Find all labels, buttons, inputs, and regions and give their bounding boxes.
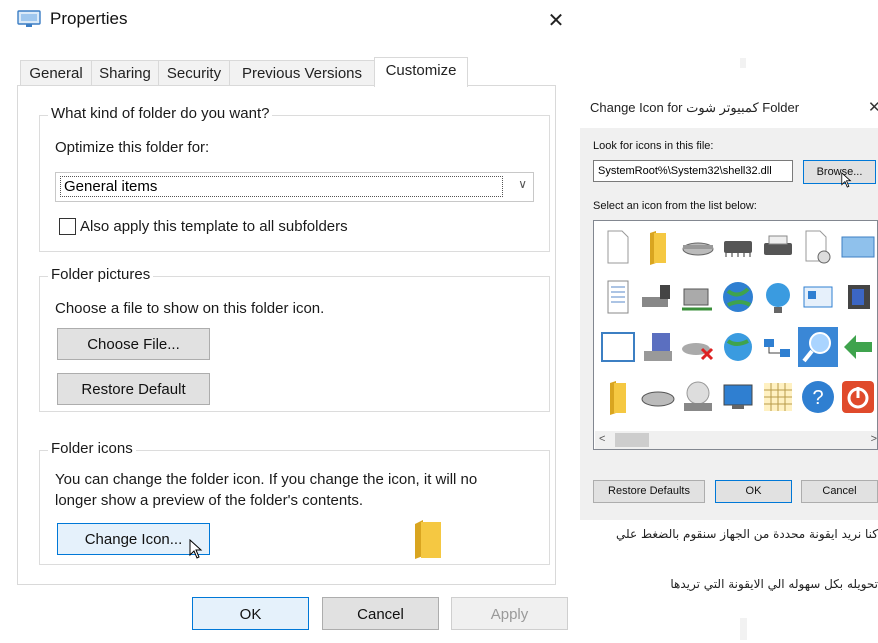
apply-subfolders-checkbox[interactable] xyxy=(59,218,76,235)
ok-button[interactable]: OK xyxy=(192,597,309,630)
change-icon-button[interactable]: Change Icon... xyxy=(57,523,210,555)
control-panel-icon[interactable] xyxy=(798,277,838,317)
chevron-down-icon: ∨ xyxy=(518,177,527,191)
monitor-icon[interactable] xyxy=(718,377,758,417)
button-label: OK xyxy=(239,606,262,623)
disconnected-drive-icon[interactable] xyxy=(678,327,718,367)
caption-line-1: كنا نريد ايقونة محددة من الجهاز سنقوم با… xyxy=(616,527,878,541)
folder-type-group: What kind of folder do you want? Optimiz… xyxy=(39,105,550,252)
optimize-select[interactable]: General items ∨ xyxy=(55,172,534,202)
network-drive-icon[interactable] xyxy=(638,277,678,317)
blank-window-icon[interactable] xyxy=(598,327,638,367)
dialog-title: Change Icon for كمبيوتر شوت Folder xyxy=(590,100,800,115)
tab-label: Security xyxy=(166,65,222,82)
button-label: Cancel xyxy=(357,606,404,623)
close-icon[interactable]: ✕ xyxy=(546,8,566,32)
icon-list[interactable]: ? < > xyxy=(593,220,878,450)
help-icon[interactable]: ? xyxy=(798,377,838,417)
tab-label: General xyxy=(29,65,83,82)
folder-pictures-description: Choose a file to show on this folder ico… xyxy=(55,300,325,317)
shield-icon[interactable] xyxy=(838,277,877,317)
button-label: Restore Default xyxy=(81,381,186,398)
grid-icon[interactable] xyxy=(758,377,798,417)
tab-sharing[interactable]: Sharing xyxy=(91,60,159,86)
network-computer-icon[interactable] xyxy=(678,277,718,317)
network-globe-icon[interactable] xyxy=(758,277,798,317)
restore-defaults-button[interactable]: Restore Defaults xyxy=(593,480,705,503)
folder-icons-description-2: longer show a preview of the folder's co… xyxy=(55,492,364,509)
svg-text:?: ? xyxy=(812,387,823,409)
cancel-button[interactable]: Cancel xyxy=(322,597,439,630)
group-legend: Folder icons xyxy=(48,440,136,457)
blank-document-icon[interactable] xyxy=(598,227,638,267)
button-label: Change Icon... xyxy=(84,531,183,548)
tab-label: Customize xyxy=(385,62,457,79)
ok-button[interactable]: OK xyxy=(715,480,792,503)
tab-label: Previous Versions xyxy=(241,65,363,82)
window-icon[interactable] xyxy=(838,227,877,267)
tab-general[interactable]: General xyxy=(20,60,92,86)
customize-panel: What kind of folder do you want? Optimiz… xyxy=(17,85,556,585)
scrollbar-thumb[interactable] xyxy=(615,433,649,447)
button-label: Choose File... xyxy=(87,336,180,353)
text-document-icon[interactable] xyxy=(598,277,638,317)
folder-icons-description-1: You can change the folder icon. If you c… xyxy=(55,471,478,488)
floppy-computer-icon[interactable] xyxy=(638,327,678,367)
chip-icon[interactable] xyxy=(718,227,758,267)
cancel-button[interactable]: Cancel xyxy=(801,480,878,503)
printer-icon[interactable] xyxy=(758,227,798,267)
network-share-icon[interactable] xyxy=(758,327,798,367)
optimize-label: Optimize this folder for: xyxy=(55,139,210,156)
button-label: OK xyxy=(745,485,762,497)
folder-icon xyxy=(415,520,441,559)
button-label: Cancel xyxy=(822,485,857,497)
change-icon-dialog: Change Icon for كمبيوتر شوت Folder ✕ Loo… xyxy=(580,90,878,520)
tab-customize[interactable]: Customize xyxy=(374,57,468,87)
mouse-cursor-icon xyxy=(189,539,203,559)
restore-default-button[interactable]: Restore Default xyxy=(57,373,210,405)
power-icon[interactable] xyxy=(838,377,877,417)
chevron-right-icon[interactable]: > xyxy=(871,433,877,445)
hard-drive-icon[interactable] xyxy=(638,377,678,417)
caption-line-2: تحويله بكل سهوله الي الايقونة التي تريده… xyxy=(670,577,878,591)
optimize-select-value: General items xyxy=(60,176,503,197)
back-arrow-icon[interactable] xyxy=(838,327,877,367)
browse-button[interactable]: Browse... xyxy=(803,160,876,184)
icon-file-path-input[interactable]: SystemRoot%\System32\shell32.dll xyxy=(593,160,793,182)
background-mark xyxy=(740,58,746,68)
cd-drive-icon[interactable] xyxy=(678,377,718,417)
titlebar: Properties ✕ xyxy=(0,0,573,40)
group-legend: What kind of folder do you want? xyxy=(48,105,273,122)
mouse-cursor-icon xyxy=(841,172,852,188)
search-icon[interactable] xyxy=(798,327,838,367)
globe-icon[interactable] xyxy=(718,277,758,317)
window-title: Properties xyxy=(50,9,128,28)
folder-icon[interactable] xyxy=(638,227,678,267)
group-legend: Folder pictures xyxy=(48,266,154,283)
button-label: Restore Defaults xyxy=(608,485,690,497)
chevron-left-icon[interactable]: < xyxy=(599,433,605,445)
look-for-label: Look for icons in this file: xyxy=(593,140,714,152)
folder-icons-group: Folder icons You can change the folder i… xyxy=(39,440,550,565)
close-icon[interactable]: ✕ xyxy=(868,98,878,116)
apply-button[interactable]: Apply xyxy=(451,597,568,630)
button-label: Browse... xyxy=(816,166,863,178)
choose-file-button[interactable]: Choose File... xyxy=(57,328,210,360)
horizontal-scrollbar[interactable]: < > xyxy=(595,431,877,449)
tab-previous-versions[interactable]: Previous Versions xyxy=(229,60,375,86)
internet-globe-icon[interactable] xyxy=(718,327,758,367)
button-label: Apply xyxy=(490,606,529,623)
folder-pictures-group: Folder pictures Choose a file to show on… xyxy=(39,266,550,412)
background-mark xyxy=(740,618,747,640)
tab-label: Sharing xyxy=(99,65,151,82)
properties-dialog: Properties ✕ General Sharing Security Pr… xyxy=(0,0,573,643)
select-icon-label: Select an icon from the list below: xyxy=(593,200,757,212)
computer-icon xyxy=(17,10,41,27)
apply-subfolders-label[interactable]: Also apply this template to all subfolde… xyxy=(80,218,348,235)
drive-icon[interactable] xyxy=(678,227,718,267)
folder-icon[interactable] xyxy=(598,377,638,417)
tab-security[interactable]: Security xyxy=(158,60,230,86)
change-icon-panel: Look for icons in this file: SystemRoot%… xyxy=(580,128,878,520)
clock-document-icon[interactable] xyxy=(798,227,838,267)
